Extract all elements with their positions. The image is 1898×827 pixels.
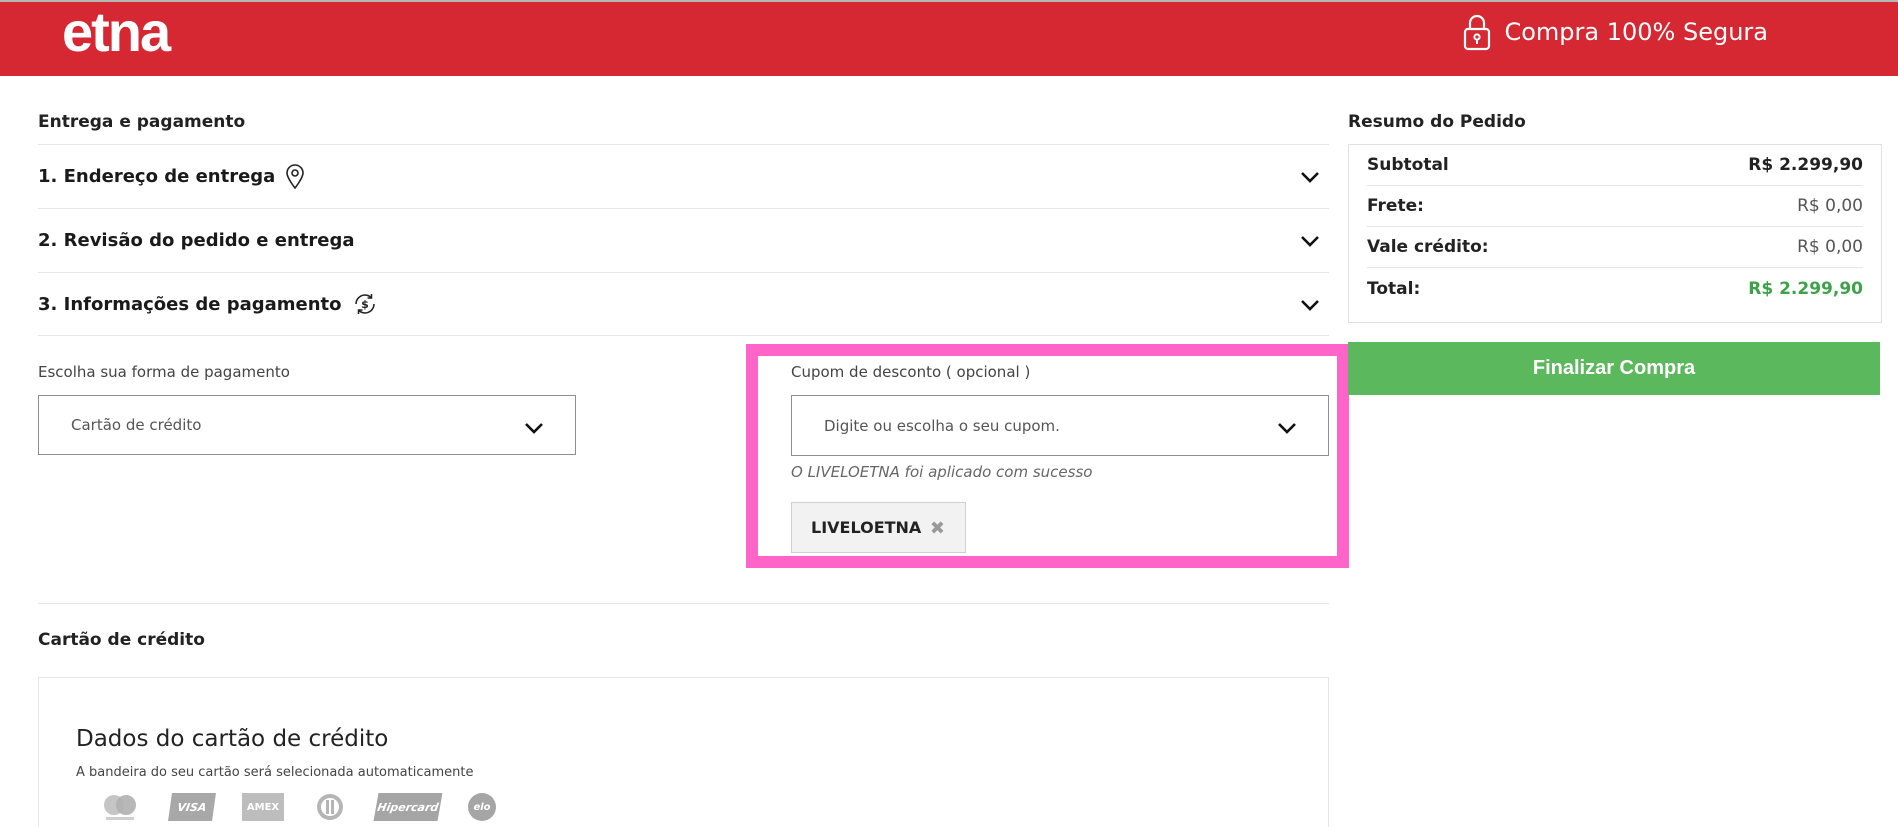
summary-value: R$ 0,00 <box>1797 237 1863 257</box>
top-bar: etna Compra 100% Segura <box>0 0 1898 76</box>
card-brand-hint: A bandeira do seu cartão será selecionad… <box>76 765 474 780</box>
chevron-down-icon[interactable] <box>1299 294 1321 316</box>
order-summary-box: Subtotal R$ 2.299,90 Frete: R$ 0,00 Vale… <box>1348 144 1882 323</box>
step-payment-label-wrap: 3. Informações de pagamento $ <box>38 291 378 317</box>
secure-label: Compra 100% Segura <box>1504 18 1768 46</box>
credit-card-section-title: Cartão de crédito <box>38 630 205 650</box>
applied-coupon-code: LIVELOETNA <box>811 518 922 537</box>
step-payment-info[interactable]: 3. Informações de pagamento $ <box>38 272 1329 336</box>
chevron-down-icon[interactable] <box>1299 230 1321 252</box>
hipercard-icon[interactable]: Hipercard <box>373 793 443 821</box>
close-icon[interactable]: ✖ <box>930 518 945 539</box>
credit-card-data-title: Dados do cartão de crédito <box>76 726 389 752</box>
delivery-payment-title: Entrega e pagamento <box>38 112 246 132</box>
chevron-down-icon[interactable] <box>1299 166 1321 188</box>
total-row: Total: R$ 2.299,90 <box>1367 268 1863 309</box>
step-label: 2. Revisão do pedido e entrega <box>38 230 355 251</box>
amex-text: AMEX <box>246 801 280 813</box>
step-delivery-address[interactable]: 1. Endereço de entrega <box>38 144 1329 208</box>
card-brands: VISA AMEX Hipercard elo <box>98 790 524 824</box>
coupon-placeholder: Digite ou escolha o seu cupom. <box>824 416 1060 435</box>
applied-coupon-chip: LIVELOETNA ✖ <box>791 502 966 553</box>
elo-icon[interactable]: elo <box>468 793 496 821</box>
credit-voucher-row: Vale crédito: R$ 0,00 <box>1367 227 1863 268</box>
payment-method-select[interactable]: Cartão de crédito <box>38 395 576 455</box>
step-order-review[interactable]: 2. Revisão do pedido e entrega <box>38 208 1329 272</box>
chevron-down-icon <box>1278 423 1296 434</box>
coupon-select[interactable]: Digite ou escolha o seu cupom. <box>791 395 1329 456</box>
visa-icon[interactable]: VISA <box>168 793 216 821</box>
step-label: 3. Informações de pagamento <box>38 293 342 315</box>
amex-icon[interactable]: AMEX <box>242 793 284 821</box>
payment-method-label: Escolha sua forma de pagamento <box>38 363 290 381</box>
total-value: R$ 2.299,90 <box>1748 278 1863 299</box>
summary-label: Frete: <box>1367 196 1424 216</box>
summary-label: Vale crédito: <box>1367 237 1489 257</box>
coupon-success-message: O LIVELOETNA foi aplicado com sucesso <box>791 463 1093 481</box>
order-summary-title: Resumo do Pedido <box>1348 112 1526 132</box>
chevron-down-icon <box>525 423 543 434</box>
summary-label: Subtotal <box>1367 155 1449 175</box>
svg-text:$: $ <box>361 298 369 311</box>
payment-cycle-icon: $ <box>354 294 375 314</box>
map-pin-icon <box>286 163 305 189</box>
shipping-row: Frete: R$ 0,00 <box>1367 186 1863 227</box>
summary-label: Total: <box>1367 278 1421 299</box>
section-divider <box>38 603 1329 604</box>
step-label: 1. Endereço de entrega <box>38 166 276 187</box>
hipercard-text: Hipercard <box>376 800 440 814</box>
subtotal-row: Subtotal R$ 2.299,90 <box>1367 145 1863 186</box>
etna-logo[interactable]: etna <box>62 4 171 60</box>
lock-icon <box>1464 14 1491 51</box>
step-delivery-address-label-wrap: 1. Endereço de entrega <box>38 163 305 190</box>
diners-icon[interactable] <box>312 792 348 822</box>
coupon-label: Cupom de desconto ( opcional ) <box>791 363 1031 381</box>
secure-purchase-badge: Compra 100% Segura <box>1462 6 1768 58</box>
payment-method-value: Cartão de crédito <box>71 416 202 434</box>
visa-text: VISA <box>176 800 208 814</box>
mastercard-icon[interactable] <box>98 792 142 822</box>
summary-value: R$ 2.299,90 <box>1748 155 1863 175</box>
summary-value: R$ 0,00 <box>1797 196 1863 216</box>
finalize-purchase-button[interactable]: Finalizar Compra <box>1348 342 1880 395</box>
elo-text: elo <box>473 801 491 813</box>
